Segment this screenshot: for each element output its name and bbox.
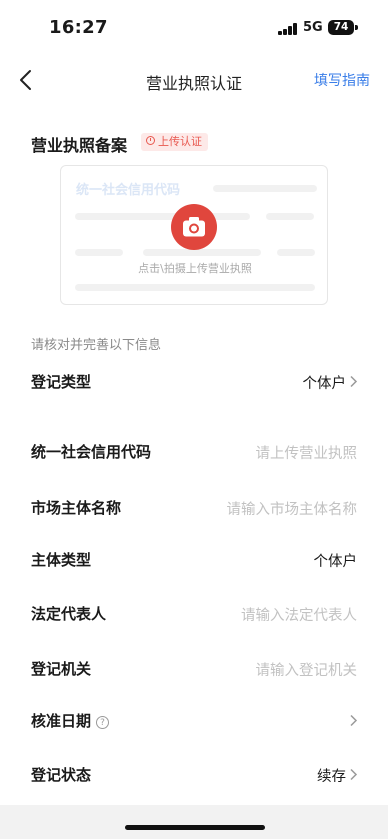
guide-link[interactable]: 填写指南	[314, 70, 370, 90]
row-legal-rep[interactable]: 法定代表人 请输入法定代表人	[0, 591, 388, 635]
network-type: 5G	[303, 20, 323, 35]
chevron-right-icon	[350, 768, 358, 781]
nav-bar: 营业执照认证 填写指南	[0, 58, 388, 102]
row-credit-code[interactable]: 统一社会信用代码 请上传营业执照	[0, 429, 388, 473]
authority-label: 登记机关	[31, 660, 92, 678]
clock-icon	[146, 136, 155, 145]
chevron-right-icon	[350, 375, 358, 388]
row-approval-date[interactable]: 核准日期?	[0, 698, 388, 742]
card-ghost-title: 统一社会信用代码	[76, 183, 181, 198]
row-register-status[interactable]: 登记状态 续存	[0, 752, 388, 796]
legal-rep-input[interactable]: 请输入法定代表人	[241, 604, 357, 625]
chevron-right-icon	[350, 714, 358, 727]
home-indicator[interactable]	[125, 825, 265, 830]
register-type-label: 登记类型	[31, 373, 92, 391]
entity-name-input[interactable]: 请输入市场主体名称	[227, 498, 358, 519]
status-bar: 16:27 5G 74	[0, 0, 388, 52]
row-register-type[interactable]: 登记类型 个体户	[0, 359, 388, 403]
status-time: 16:27	[49, 17, 108, 38]
authority-input[interactable]: 请输入登记机关	[256, 659, 358, 680]
register-status-label: 登记状态	[31, 766, 92, 784]
row-entity-type: 主体类型 个体户	[0, 537, 388, 581]
bottom-bar	[0, 805, 388, 839]
camera-icon	[183, 217, 205, 237]
row-authority[interactable]: 登记机关 请输入登记机关	[0, 646, 388, 690]
info-caption: 请核对并完善以下信息	[31, 338, 162, 353]
legal-rep-label: 法定代表人	[31, 605, 107, 623]
license-upload-card[interactable]: 统一社会信用代码 点击\拍摄上传营业执照	[60, 165, 328, 305]
register-status-value: 续存	[317, 769, 346, 785]
entity-type-value: 个体户	[313, 554, 358, 570]
camera-button[interactable]	[171, 204, 217, 250]
approval-date-label: 核准日期?	[31, 710, 110, 731]
entity-type-label: 主体类型	[31, 551, 92, 569]
battery-tip	[355, 25, 358, 30]
credit-code-placeholder: 请上传营业执照	[255, 446, 358, 462]
signal-icon	[278, 23, 298, 35]
help-icon[interactable]: ?	[96, 716, 110, 729]
upload-badge-label: 上传认证	[158, 135, 202, 148]
upload-badge[interactable]: 上传认证	[141, 133, 208, 151]
row-entity-name[interactable]: 市场主体名称 请输入市场主体名称	[0, 485, 388, 529]
license-title: 营业执照备案	[31, 136, 128, 155]
register-type-value: 个体户	[302, 376, 347, 392]
card-hint: 点击\拍摄上传营业执照	[138, 262, 252, 275]
entity-name-label: 市场主体名称	[31, 499, 122, 517]
credit-code-label: 统一社会信用代码	[31, 443, 152, 461]
battery-icon: 74	[328, 20, 354, 35]
